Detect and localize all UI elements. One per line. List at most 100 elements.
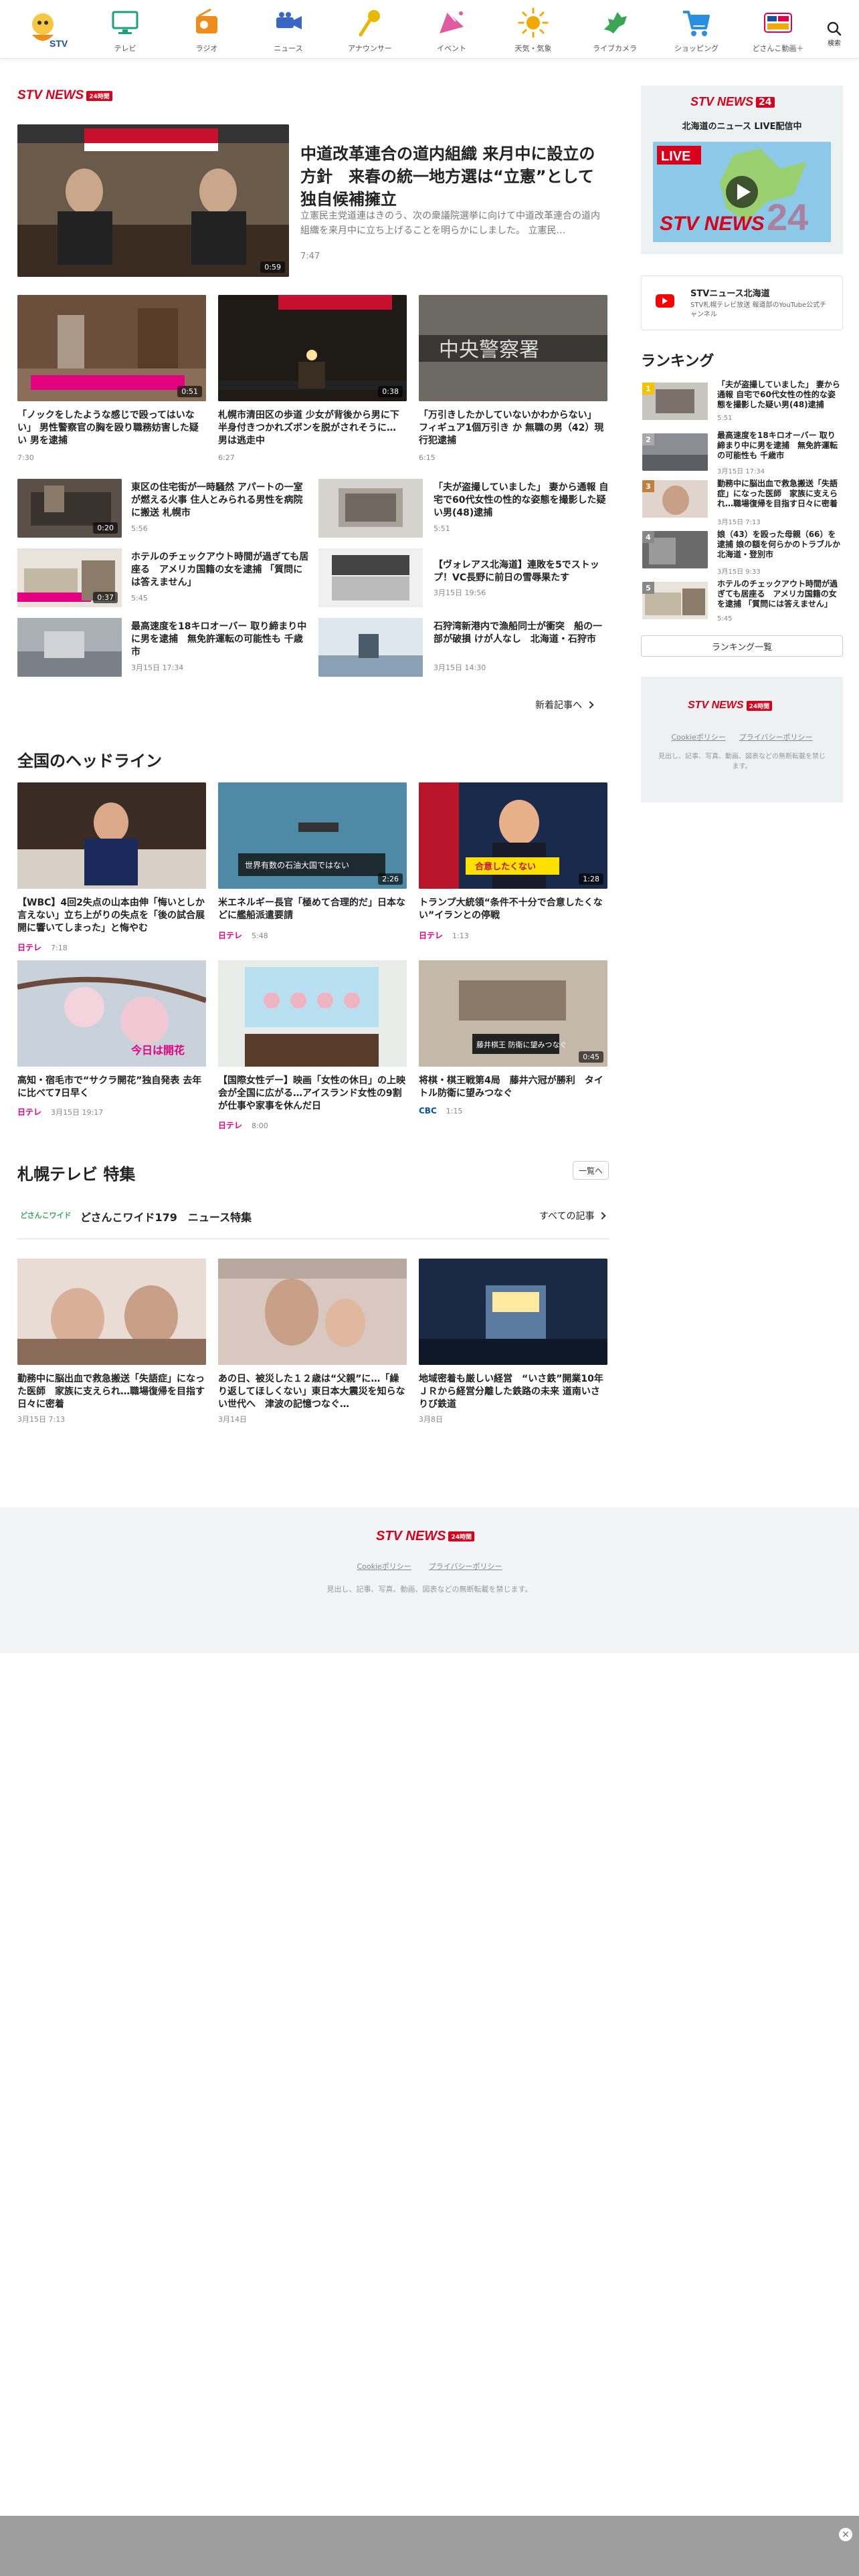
news-list-title[interactable]: 最高速度を18キロオーバー 取り締まり中に男を逮捕 無免許運転の可能性も 千歳市 (131, 621, 310, 659)
news-grid-thumbnail[interactable]: 0:51 (17, 295, 206, 401)
search-icon (827, 21, 842, 36)
ranking-thumbnail[interactable]: 4 (642, 531, 708, 568)
stv-logo[interactable]: STV (23, 8, 71, 51)
stv-news-logo[interactable]: STV NEWS 24時間 (688, 700, 773, 712)
ranking-title[interactable]: 娘（43）を殴った母親（66）を逮捕 娘の額を何らかのトラブルか 北海道・登別市 (717, 530, 843, 560)
news-list-thumbnail[interactable]: 0:20 (17, 479, 122, 538)
nav-news[interactable]: ニュース (248, 0, 329, 59)
cbc-logo: CBC (419, 1106, 437, 1115)
top-story-lead: 立憲民主党道連はきのう、次の衆議院選挙に向けて中道改革連合の道内組織を来月中に立… (300, 211, 600, 236)
svg-text:中央警察署: 中央警察署 (439, 338, 539, 362)
footer-cookie-link[interactable]: Cookieポリシー (357, 1561, 411, 1572)
news-grid-title[interactable]: 「万引きしたかしていないかわからない」 フィギュア1個万引き か 無職の男（42… (419, 409, 607, 460)
nav-dosanko-video[interactable]: どさんこ動画＋ (737, 0, 819, 59)
top-story-title[interactable]: 中道改革連合の道内組織 来月中に設立の方針 来春の統一地方選は“立憲”として独自… (300, 142, 608, 211)
news-list-thumbnail[interactable] (17, 618, 122, 677)
news-grid-title[interactable]: 「ノックをしたような感じで殴ってはいない」 男性警察官の胸を殴り職務妨害した疑い… (17, 409, 206, 460)
cart-icon (683, 11, 710, 36)
chevron-right-icon (598, 1212, 607, 1220)
copyright-note: 見出し、記事、写真、動画、図表などの無断転載を禁じます。 (658, 753, 826, 770)
national-title[interactable]: 【WBC】4回2失点の山本由伸「悔いとしか言えない」立ち上がりの失点を「後の試合… (17, 897, 206, 948)
nav-announcer[interactable]: アナウンサー (329, 0, 411, 59)
national-thumbnail[interactable]: 合意したくない 1:28 (419, 782, 607, 889)
stv-news-logo[interactable]: STV NEWS 24時間 (17, 88, 112, 103)
national-thumbnail[interactable] (218, 960, 407, 1067)
national-title[interactable]: 高知・宿毛市で“サクラ開花”独自発表 去年に比べて7日早く (17, 1075, 206, 1101)
ntv-logo: 日テレ (17, 943, 42, 952)
national-thumbnail[interactable] (17, 782, 206, 889)
national-title[interactable]: トランプ大統領“条件不十分で合意したくない”イランとの停戦 (419, 897, 607, 924)
nav-livecamera[interactable]: ライブカメラ (574, 0, 656, 59)
news-list-title[interactable]: 「夫が盗撮していました」 妻から通報 自宅で60代女性の性的な姿態を撮影した疑い… (434, 481, 609, 520)
rank-badge: 2 (642, 433, 654, 445)
ranking-title[interactable]: 「夫が盗撮していました」 妻から通報 自宅で60代女性の性的な姿態を撮影した疑い… (717, 380, 843, 410)
search-button[interactable]: 検索 (827, 21, 842, 47)
special-thumbnail[interactable] (218, 1259, 407, 1365)
dosanko-wide-logo[interactable]: どさんこワイド (20, 1206, 74, 1224)
news-grid-title[interactable]: 札幌市清田区の歩道 少女が背後から男に下半身付きつかれズボンを脱がされそうに… … (218, 409, 407, 460)
ranking-title[interactable]: ホテルのチェックアウト時間が過ぎても居座る アメリカ国籍の女を逮捕 「質問には答… (717, 579, 843, 609)
ranking-title[interactable]: 勤務中に脳出血で救急搬送「失語症」になった医師 家族に支えられ…職場復帰を目指す… (717, 479, 843, 509)
chevron-right-icon (586, 701, 594, 709)
special-title[interactable]: 勤務中に脳出血で救急搬送「失語症」になった医師 家族に支えられ…職場復帰を目指す… (17, 1373, 206, 1412)
ranking-thumbnail[interactable]: 1 (642, 383, 708, 420)
stv-news24-logo[interactable]: STV NEWS 24 (690, 95, 775, 109)
footer-privacy-link[interactable]: プライバシーポリシー (429, 1561, 502, 1572)
special-thumbnail[interactable] (17, 1259, 206, 1365)
microphone-icon (359, 10, 380, 37)
special-heading: 札幌テレビ 特集 (17, 1165, 136, 1184)
news-grid-thumbnail[interactable]: 0:38 (218, 295, 407, 401)
news-list-thumbnail[interactable] (318, 618, 423, 677)
svg-text:今日は開花: 今日は開花 (130, 1044, 185, 1057)
rank-badge: 4 (642, 531, 654, 543)
news-list-title[interactable]: 東区の住宅街が一時騒然 アパートの一室が燃える火事 住人とみられる男性を病院に搬… (131, 481, 310, 520)
sun-icon (518, 7, 549, 38)
close-icon[interactable]: × (839, 2528, 852, 2541)
ranking-thumbnail[interactable]: 5 (642, 582, 708, 619)
live-heading: 北海道のニュース LIVE配信中 (682, 122, 802, 132)
all-articles-link[interactable]: すべての記事 (539, 1209, 607, 1222)
national-thumbnail[interactable]: 世界有数の石油大国ではない 2:26 (218, 782, 407, 889)
privacy-policy-link[interactable]: プライバシーポリシー (739, 732, 813, 742)
radio-icon (196, 8, 217, 33)
youtube-channel-desc: STV札幌テレビ放送 報道部のYouTube公式チャンネル (690, 302, 827, 318)
ranking-thumbnail[interactable]: 3 (642, 480, 708, 518)
nav-event[interactable]: イベント (411, 0, 492, 59)
nav-tv[interactable]: テレビ (84, 0, 166, 59)
national-title[interactable]: 米エネルギー長官「極めて合理的だ」日本などに艦船派遣要請 (218, 897, 407, 924)
svg-text:24: 24 (767, 196, 808, 238)
top-story-thumbnail[interactable]: 0:59 (17, 124, 289, 277)
special-list-button[interactable]: 一覧へ (573, 1161, 609, 1180)
national-thumbnail[interactable]: 藤井棋王 防衛に望みつなぐ 0:45 (419, 960, 607, 1067)
svg-text:STV NEWS: STV NEWS (660, 213, 765, 235)
ranking-title[interactable]: 最高速度を18キロオーバー 取り締まり中に男を逮捕 無免許運転の可能性も 千歳市 (717, 431, 843, 461)
ranking-list-button[interactable]: ランキング一覧 (641, 635, 843, 657)
new-articles-link[interactable]: 新着記事へ (535, 698, 609, 712)
news-list-thumbnail[interactable] (318, 479, 423, 538)
nav-weather[interactable]: 天気・気象 (492, 0, 574, 59)
rank-badge: 1 (642, 383, 654, 395)
nav-shopping[interactable]: ショッピング (656, 0, 737, 59)
special-title[interactable]: 地域密着も厳しい経営 “いさ鉄”開業10年 ＪＲから経営分離した鉄路の未来 道南… (419, 1373, 607, 1412)
news-list-title[interactable]: 石狩湾新港内で漁船同士が衝突 船の一部が破損 けが人なし 北海道・石狩市 (434, 621, 609, 659)
ranking-thumbnail[interactable]: 2 (642, 433, 708, 471)
news-grid-thumbnail[interactable]: 中央警察署 (419, 295, 607, 401)
stv-news-logo[interactable]: STV NEWS 24時間 (376, 1529, 474, 1544)
news-list-title[interactable]: ホテルのチェックアウト時間が過ぎても居座る アメリカ国籍の女を逮捕 「質問には答… (131, 551, 310, 590)
live-stream-player[interactable]: LIVE STV NEWS 24 (653, 142, 831, 242)
program-title: どさんこワイド179 ニュース特集 (80, 1211, 252, 1224)
cookie-policy-link[interactable]: Cookieポリシー (671, 732, 725, 742)
national-title[interactable]: 将棋・棋王戦第4局 藤井六冠が勝利 タイトル防衛に望みつなぐ (419, 1075, 607, 1101)
dosanko-logo-icon (764, 13, 792, 33)
news-list-thumbnail[interactable] (318, 548, 423, 607)
news-list-thumbnail[interactable]: 0:37 (17, 548, 122, 607)
national-title[interactable]: 【国際女性デー】映画「女性の休日」の上映会が全国に広がる…アイスランド女性の9割… (218, 1075, 407, 1115)
special-title[interactable]: あの日、被災した１２歳は“父親”に…「繰り返してほしくない」東日本大震災を知らな… (218, 1373, 407, 1412)
svg-text:世界有数の石油大国ではない: 世界有数の石油大国ではない (245, 860, 349, 870)
special-thumbnail[interactable] (419, 1259, 607, 1365)
nav-radio[interactable]: ラジオ (166, 0, 248, 59)
national-thumbnail[interactable]: 今日は開花 (17, 960, 206, 1067)
news-icon (276, 12, 302, 29)
ntv-logo: 日テレ (218, 931, 243, 940)
youtube-icon (656, 294, 674, 308)
